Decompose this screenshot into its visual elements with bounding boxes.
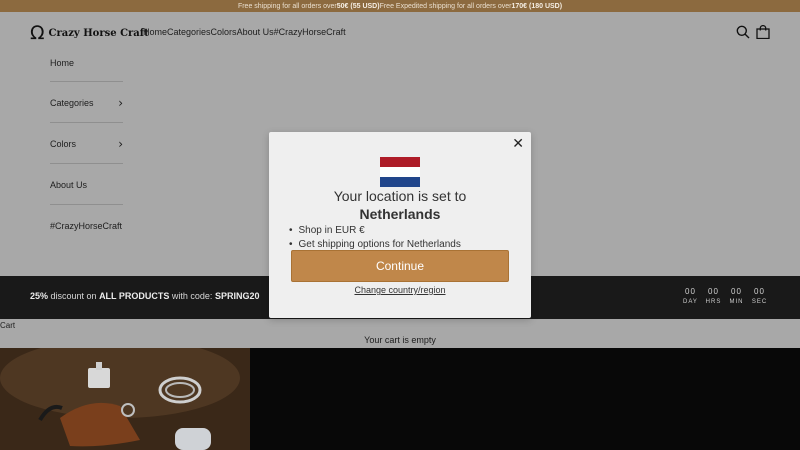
countdown-value: 00: [731, 287, 742, 296]
countdown-value: 00: [754, 287, 765, 296]
sidebar-item-label: #CrazyHorseCraft: [50, 221, 123, 231]
close-icon[interactable]: ✕: [512, 137, 524, 151]
announcement-bar: Free shipping for all orders over 50€ (5…: [0, 0, 800, 12]
promo-products: ALL PRODUCTS: [99, 291, 170, 301]
announcement-text-2: Free Expedited shipping for all orders o…: [379, 2, 512, 10]
promo-text-1: discount on: [48, 291, 100, 301]
cart-empty-text: Your cart is empty: [364, 335, 436, 345]
nav-crazyhorsecraft[interactable]: #CrazyHorseCraft: [274, 27, 346, 37]
announcement-amount-2: 170€ (180 USD): [511, 2, 563, 10]
flag-stripe-white: [380, 167, 420, 177]
sidebar-item-label: Colors: [50, 138, 77, 149]
nav-about-us[interactable]: About Us: [237, 27, 274, 37]
product-photo-illustration: [0, 348, 250, 450]
announcement-text-1: Free shipping for all orders over: [237, 2, 337, 10]
logo-text: Crazy Horse Craft: [48, 27, 149, 39]
site-header: Ω Crazy Horse Craft Home Categories Colo…: [0, 12, 800, 54]
announcement-amount-1: 50€ (55 USD): [336, 2, 380, 10]
main-nav: Home Categories Colors About Us #CrazyHo…: [143, 27, 346, 37]
countdown-hours: 00 HRS: [704, 287, 723, 305]
countdown-label: SEC: [751, 299, 768, 305]
nav-categories[interactable]: Categories: [167, 27, 211, 37]
chevron-right-icon: ›: [118, 136, 123, 151]
location-details-list: Shop in EUR € Get shipping options for N…: [289, 224, 461, 252]
flag-stripe-blue: [380, 177, 420, 187]
countdown-label: HRS: [705, 299, 722, 305]
search-icon[interactable]: [736, 25, 750, 39]
location-modal: ✕ Your location is set to Netherlands Sh…: [269, 132, 531, 318]
chevron-right-icon: ›: [118, 95, 123, 110]
nav-colors[interactable]: Colors: [211, 27, 237, 37]
dark-content-panel: [250, 348, 800, 450]
site-logo[interactable]: Ω Crazy Horse Craft: [30, 22, 149, 44]
location-message: Your location is set to: [333, 188, 467, 204]
countdown-value: 00: [685, 287, 696, 296]
sidebar-item-crazyhorsecraft[interactable]: #CrazyHorseCraft: [50, 205, 123, 246]
product-photo: [0, 348, 250, 450]
sidebar-item-about-us[interactable]: About Us: [50, 164, 123, 205]
sidebar-menu: Home Categories › Colors › About Us #Cra…: [50, 54, 123, 246]
nav-home[interactable]: Home: [143, 27, 167, 37]
countdown-label: MIN: [729, 299, 744, 305]
sidebar-item-label: Categories: [50, 97, 94, 108]
change-country-link[interactable]: Change country/region: [269, 285, 531, 295]
cart-heading: Cart: [0, 321, 16, 330]
sidebar-item-colors[interactable]: Colors ›: [50, 123, 123, 164]
countdown-seconds: 00 SEC: [750, 287, 769, 305]
sidebar-item-label: Home: [50, 58, 75, 68]
countdown-label: DAY: [683, 299, 698, 305]
countdown-minutes: 00 MIN: [727, 287, 746, 305]
continue-button[interactable]: Continue: [291, 250, 509, 282]
flag-stripe-red: [380, 157, 420, 167]
promo-text-2: with code:: [169, 291, 215, 301]
list-item: Shop in EUR €: [289, 224, 461, 238]
cart-bag-icon[interactable]: [756, 25, 770, 39]
location-country: Netherlands: [359, 206, 441, 222]
sidebar-item-home[interactable]: Home: [50, 54, 123, 82]
netherlands-flag-icon: [380, 157, 420, 187]
horseshoe-icon: Ω: [30, 21, 45, 44]
promo-code: SPRING20: [214, 291, 260, 301]
promo-text: 25% discount on ALL PRODUCTS with code: …: [30, 291, 259, 301]
countdown-days: 00 DAY: [681, 287, 700, 305]
sidebar-item-label: About Us: [50, 179, 88, 190]
promo-percent: 25%: [30, 291, 49, 301]
countdown-timer: 00 DAY 00 HRS 00 MIN 00 SEC: [681, 287, 769, 305]
sidebar-item-categories[interactable]: Categories ›: [50, 82, 123, 123]
countdown-value: 00: [708, 287, 719, 296]
header-icons: [736, 25, 770, 39]
